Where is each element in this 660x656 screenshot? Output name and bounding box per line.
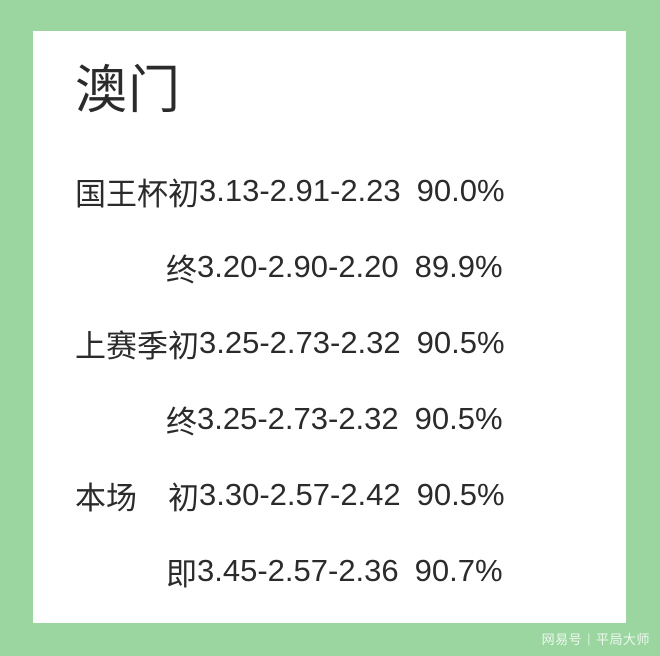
odds-row-payout: 89.9% bbox=[414, 249, 503, 284]
odds-row-payout: 90.5% bbox=[416, 325, 505, 360]
odds-row: 终 3.20-2.90-2.20 89.9% bbox=[33, 229, 626, 305]
odds-row-label: 终 bbox=[166, 252, 197, 288]
odds-row-payout: 90.0% bbox=[416, 173, 505, 208]
odds-row-values: 3.25-2.73-2.32 bbox=[197, 401, 399, 436]
odds-row-values: 3.25-2.73-2.32 bbox=[199, 325, 401, 360]
odds-row: 终 3.25-2.73-2.32 90.5% bbox=[33, 381, 626, 457]
odds-row-payout: 90.5% bbox=[414, 401, 503, 436]
odds-row: 本场 初 3.30-2.57-2.42 90.5% bbox=[33, 457, 626, 533]
odds-row-label: 上赛季初 bbox=[75, 328, 199, 364]
page-root: 澳门 国王杯初 3.13-2.91-2.23 90.0% 终 3.20-2.90-2.2… bbox=[0, 0, 660, 656]
odds-row-payout: 90.5% bbox=[416, 477, 505, 512]
odds-row: 即 3.45-2.57-2.36 90.7% bbox=[33, 533, 626, 609]
odds-row-values: 3.30-2.57-2.42 bbox=[199, 477, 401, 512]
odds-row: 上赛季初 3.25-2.73-2.32 90.5% bbox=[33, 305, 626, 381]
odds-row: 国王杯初 3.13-2.91-2.23 90.0% bbox=[33, 153, 626, 229]
page-title: 澳门 bbox=[75, 62, 182, 120]
odds-row-list: 国王杯初 3.13-2.91-2.23 90.0% 终 3.20-2.90-2.20 89… bbox=[33, 153, 626, 609]
odds-row-payout: 90.7% bbox=[414, 553, 503, 588]
watermark-separator: | bbox=[587, 631, 591, 646]
watermark-account: 平局大师 bbox=[595, 632, 650, 647]
odds-card: 澳门 国王杯初 3.13-2.91-2.23 90.0% 终 3.20-2.90-2.2… bbox=[33, 31, 626, 623]
odds-row-label: 国王杯初 bbox=[75, 176, 199, 212]
odds-row-label: 本场 初 bbox=[75, 480, 199, 516]
watermark-brand: 网易号 bbox=[541, 632, 583, 647]
odds-row-label: 即 bbox=[166, 556, 197, 592]
odds-row-values: 3.13-2.91-2.23 bbox=[199, 173, 401, 208]
odds-row-label: 终 bbox=[166, 404, 197, 440]
odds-row-values: 3.20-2.90-2.20 bbox=[197, 249, 399, 284]
odds-row-values: 3.45-2.57-2.36 bbox=[197, 553, 399, 588]
watermark: 网易号 | 平局大师 bbox=[542, 629, 650, 648]
